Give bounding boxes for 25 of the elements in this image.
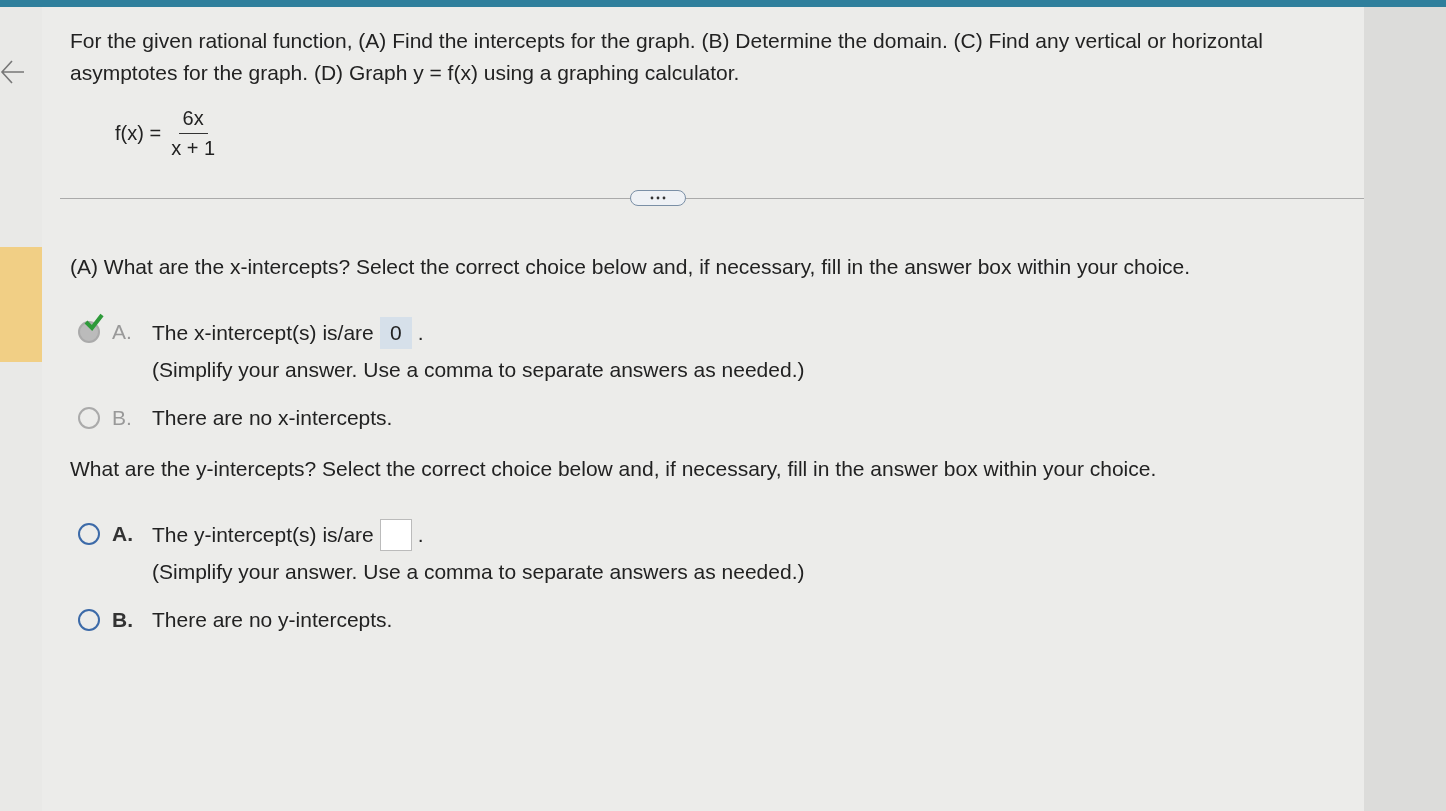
choice-text: The y-intercept(s) is/are bbox=[152, 522, 374, 548]
period-text: . bbox=[417, 320, 424, 346]
choice-letter: A. bbox=[112, 319, 133, 345]
fraction: 6x x + 1 bbox=[170, 107, 217, 160]
problem-text: For the given rational function, (A) Find the intercepts for the graph. (B) Determine the domain. (C) Find any vertical or horizontal asymptotes for the graph. (D) Graph y = f(x) using a graphing calculator. bbox=[70, 28, 1264, 86]
choice-text: There are no y-intercepts. bbox=[152, 607, 393, 633]
hint-text: (Simplify your answer. Use a comma to separate answers as needed.) bbox=[152, 559, 805, 585]
hint-text: (Simplify your answer. Use a comma to separate answers as needed.) bbox=[152, 357, 805, 383]
answer-box[interactable]: 0 bbox=[379, 317, 412, 349]
choice-text: There are no x-intercepts. bbox=[152, 405, 393, 431]
check-icon bbox=[84, 313, 104, 331]
period-text: . bbox=[417, 522, 424, 548]
radio-button[interactable] bbox=[78, 523, 100, 545]
question-text: (A) What are the x-intercepts? Select the correct choice below and, if necessary, fill in the answer box within your choice. bbox=[70, 254, 1192, 280]
choice-letter: A. bbox=[112, 521, 134, 547]
question-text: What are the y-intercepts? Select the correct choice below and, if necessary, fill in the answer box within your choice. bbox=[70, 456, 1158, 482]
function-label: f(x) = bbox=[115, 122, 162, 145]
choice-text: The x-intercept(s) is/are bbox=[152, 320, 374, 346]
radio-button[interactable] bbox=[78, 407, 100, 429]
choice-letter: B. bbox=[112, 607, 134, 633]
choice-letter: B. bbox=[112, 405, 133, 431]
answer-box[interactable] bbox=[379, 519, 412, 551]
dots-icon bbox=[648, 196, 668, 200]
radio-button[interactable] bbox=[78, 609, 100, 631]
expand-button[interactable] bbox=[630, 190, 686, 206]
